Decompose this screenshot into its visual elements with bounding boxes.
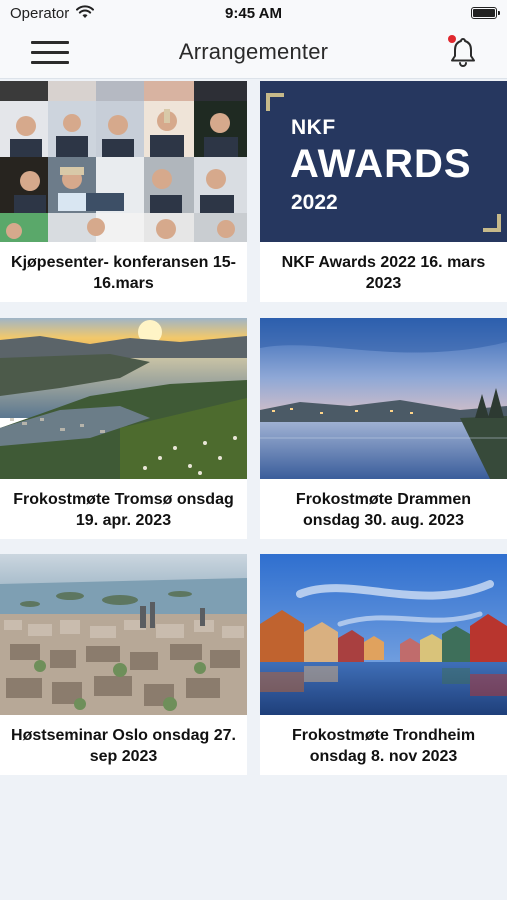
awards-banner: NKF AWARDS 2022	[260, 81, 507, 242]
corner-decoration	[483, 214, 501, 232]
event-title: Frokostmøte Drammen onsdag 30. aug. 2023	[295, 491, 472, 529]
awards-heading: AWARDS	[290, 142, 472, 186]
clock: 9:45 AM	[225, 5, 282, 22]
event-image	[260, 554, 507, 715]
event-image	[0, 318, 247, 479]
event-card[interactable]: NKF AWARDS 2022 NKF Awards 2022 16. mars…	[260, 81, 507, 302]
status-bar: Operator 9:45 AM	[0, 0, 507, 28]
event-card[interactable]: Kjøpesenter- konferansen 15-16.mars	[0, 81, 247, 302]
event-title: Kjøpesenter- konferansen 15-16.mars	[11, 254, 236, 292]
event-card[interactable]: Høstseminar Oslo onsdag 27. sep 2023	[0, 554, 247, 775]
event-image	[0, 554, 247, 715]
event-card[interactable]: Frokostmøte Trondheim onsdag 8. nov 2023	[260, 554, 507, 775]
event-title: Frokostmøte Tromsø onsdag 19. apr. 2023	[13, 491, 234, 529]
event-card[interactable]: Frokostmøte Tromsø onsdag 19. apr. 2023	[0, 318, 247, 539]
notification-badge	[448, 35, 456, 43]
awards-brand: NKF	[291, 116, 336, 139]
navigation-bar: Arrangementer	[0, 28, 507, 79]
page-title: Arrangementer	[178, 39, 329, 64]
event-title: NKF Awards 2022 16. mars 2023	[281, 254, 486, 292]
notifications-button[interactable]	[445, 34, 481, 70]
battery-icon	[471, 7, 500, 19]
event-card[interactable]: Frokostmøte Drammen onsdag 30. aug. 2023	[260, 318, 507, 539]
awards-year: 2022	[291, 191, 338, 214]
event-image	[0, 81, 247, 242]
event-title: Høstseminar Oslo onsdag 27. sep 2023	[11, 727, 236, 765]
event-title: Frokostmøte Trondheim onsdag 8. nov 2023	[291, 727, 476, 765]
event-image	[260, 318, 507, 479]
corner-decoration	[266, 93, 284, 111]
